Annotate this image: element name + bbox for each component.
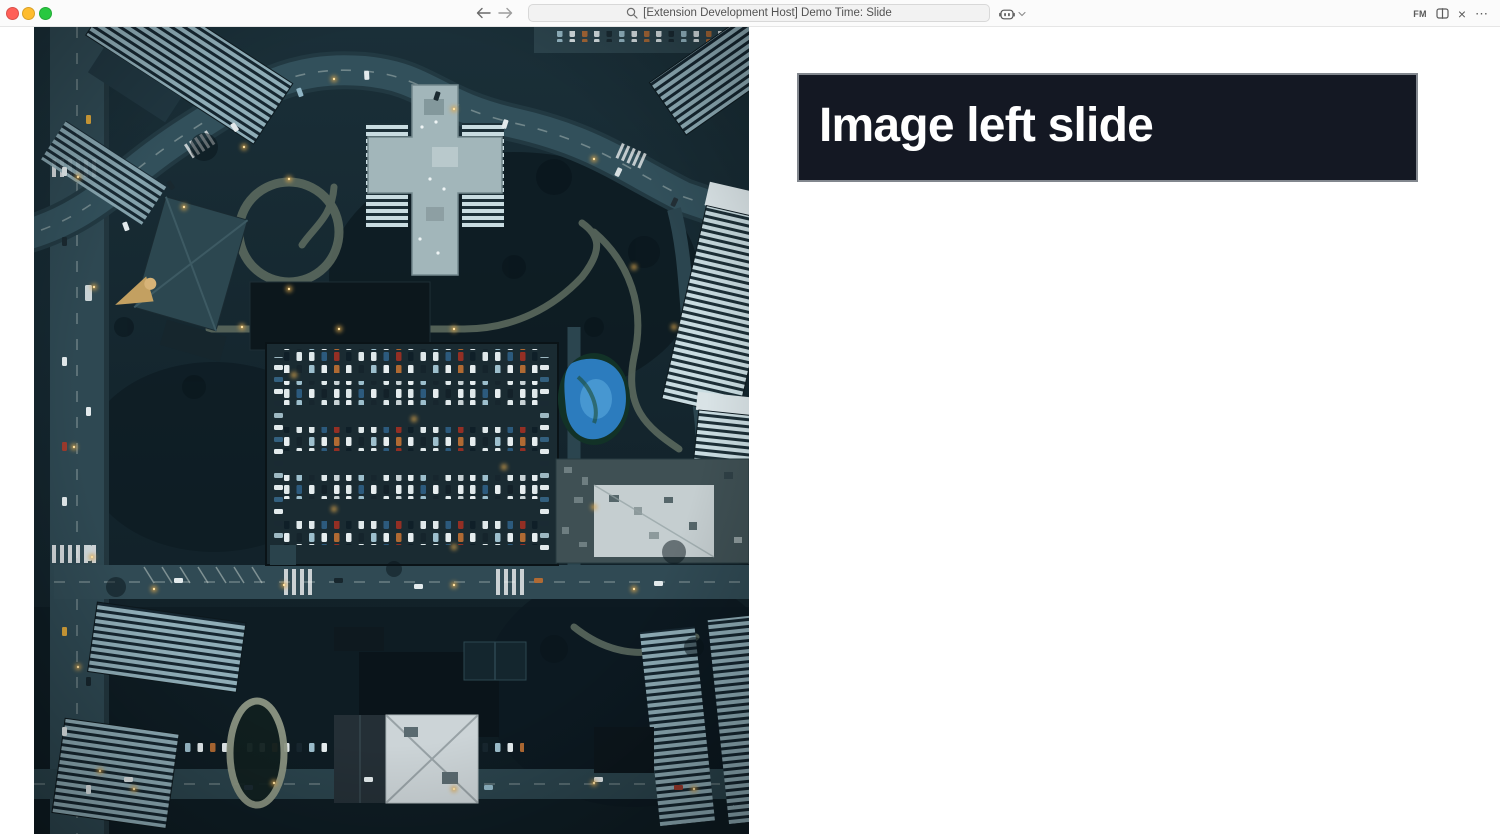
copilot-robot-icon bbox=[999, 7, 1015, 21]
arrow-left-icon bbox=[476, 7, 491, 19]
close-icon: × bbox=[1458, 7, 1466, 21]
command-center-text: [Extension Development Host] Demo Time: … bbox=[643, 7, 892, 19]
titlebar: [Extension Development Host] Demo Time: … bbox=[0, 0, 1500, 27]
more-actions-icon: ⋯ bbox=[1475, 6, 1489, 22]
split-editor-icon bbox=[1436, 8, 1449, 19]
close-editor-button[interactable]: × bbox=[1454, 4, 1470, 23]
forward-button[interactable] bbox=[495, 3, 515, 23]
traffic-light-close[interactable] bbox=[6, 7, 19, 20]
app-window: [Extension Development Host] Demo Time: … bbox=[0, 0, 1500, 834]
chevron-down-icon bbox=[1018, 11, 1026, 17]
slide-title-banner: Image left slide bbox=[797, 73, 1418, 182]
more-actions-button[interactable]: ⋯ bbox=[1473, 4, 1491, 23]
traffic-light-minimize[interactable] bbox=[22, 7, 35, 20]
search-icon bbox=[626, 7, 638, 19]
command-center[interactable]: [Extension Development Host] Demo Time: … bbox=[528, 4, 990, 22]
fm-editor-action-button[interactable]: FM bbox=[1411, 4, 1429, 23]
fm-label: FM bbox=[1413, 9, 1427, 19]
slide-preview: Image left slide bbox=[0, 27, 1500, 834]
back-button[interactable] bbox=[473, 3, 493, 23]
split-editor-button[interactable] bbox=[1434, 4, 1451, 23]
arrow-right-icon bbox=[498, 7, 513, 19]
traffic-light-zoom[interactable] bbox=[39, 7, 52, 20]
aerial-city-photo bbox=[34, 27, 749, 834]
copilot-menu[interactable] bbox=[999, 5, 1026, 22]
slide-title: Image left slide bbox=[799, 102, 1153, 154]
